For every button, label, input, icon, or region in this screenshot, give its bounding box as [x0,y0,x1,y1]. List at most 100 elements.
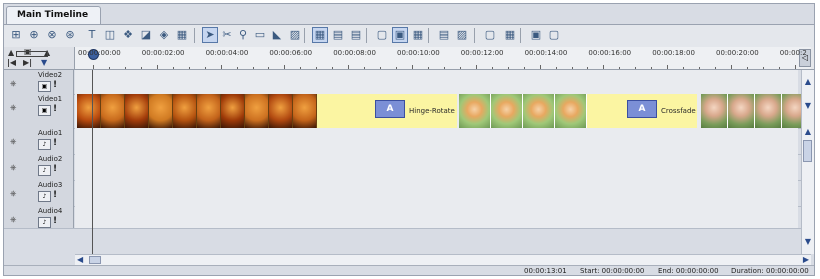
video-clip-frame[interactable] [728,94,755,128]
track-header[interactable]: ⎈ Video1 ▣! [4,94,74,128]
track-lane[interactable]: A Hinge-Rotate A Crossfade [75,94,809,128]
view-storyboard-icon[interactable]: ▦ [312,27,328,43]
track-layout-3-icon[interactable]: ▦ [410,27,426,43]
transition-icon[interactable]: ◪ [138,27,154,43]
video-clip-frame[interactable] [755,94,782,128]
tab-main-timeline[interactable]: Main Timeline [6,6,102,25]
snap-icon[interactable]: ▭ [252,27,268,43]
marker-icon[interactable]: ◣ [269,27,285,43]
zoom-icon[interactable]: ⚲ [235,27,251,43]
video-clip-frame[interactable] [555,94,587,128]
filter-icon[interactable]: ◈ [156,27,172,43]
pointer-icon[interactable]: ➤ [202,27,218,43]
track-header[interactable]: ⎈ Video2 ▣! [4,70,74,94]
track-lock-icon[interactable]: ⎈ [10,163,16,173]
video-clip-frame[interactable] [125,94,149,128]
video-track-icon[interactable]: ▣ [38,105,51,116]
audio-mix-icon[interactable]: ▤ [436,27,452,43]
track-header[interactable]: ⎈ Audio4 ♪! [4,206,74,228]
view-list-icon[interactable]: ▤ [348,27,364,43]
scroll-thumb[interactable] [803,140,812,162]
track-header[interactable]: ⎈ Audio1 ♪! [4,128,74,154]
audio-track-icon[interactable]: ♪ [38,165,51,176]
video-track-icon[interactable]: ▣ [38,81,51,92]
video-clip-frame[interactable] [701,94,728,128]
scroll-down-icon[interactable]: ▼ [802,236,814,248]
preview-icon[interactable]: ▣ [528,27,544,43]
track-layout-2-icon[interactable]: ▣ [392,27,408,43]
track-lane[interactable] [75,70,798,94]
next-track-icon[interactable]: ▶| [23,58,32,67]
scroll-down-icon[interactable]: ▼ [802,100,814,112]
time-ruler[interactable]: ◁ 00:00:00:00 00:00:02:00 00:00:04:00 00:00… [75,47,811,69]
ruler-tick [539,65,541,69]
scroll-up-icon[interactable]: ▲ [802,126,814,138]
audio-track-icon[interactable]: ♪ [38,191,51,202]
track-warning-icon[interactable]: ! [53,138,57,148]
transition-crossfade-icon[interactable]: A [627,100,657,118]
video-clip-frame[interactable] [523,94,555,128]
toolbar-separator [428,28,429,43]
video-clip-frame[interactable] [77,94,101,128]
ruler-tick-minor [396,67,398,69]
ruler-label: 00:00:14:00 [524,49,568,57]
prev-track-icon[interactable]: |◀ [7,58,16,67]
track-lock-icon[interactable]: ⎈ [10,137,16,147]
view-timeline-icon[interactable]: ▤ [330,27,346,43]
ruler-tick [93,65,94,69]
video-clip-frame[interactable] [197,94,221,128]
mask-icon[interactable]: ▦ [174,27,190,43]
track-lane[interactable] [75,206,798,228]
transition-hinge-rotate-icon[interactable]: A [375,100,405,118]
insert-track-icon[interactable]: ⊞ [8,27,24,43]
scroll-left-icon[interactable]: ◀ [77,255,83,265]
track-lane[interactable] [75,180,798,206]
track-lock-icon[interactable]: ⎈ [10,215,16,225]
track-warning-icon[interactable]: ! [53,190,57,200]
video-clip-frame[interactable] [101,94,125,128]
video-clip-frame[interactable] [491,94,523,128]
vertical-scrollbar[interactable]: ▲ ▼ ▲ ▼ [801,70,814,254]
video-clip-frame[interactable] [173,94,197,128]
ruler-tick-minor [108,67,110,69]
hscroll-thumb[interactable] [89,256,101,264]
scroll-up-icon[interactable]: ▲ [802,76,814,88]
track-lock-icon[interactable]: ⎈ [10,103,16,113]
title-icon[interactable]: ◫ [102,27,118,43]
video-clip-frame[interactable] [245,94,269,128]
chapter-icon[interactable]: ▦ [502,27,518,43]
cut-icon[interactable]: ✂ [219,27,235,43]
track-menu-icon[interactable]: ▼ [41,58,47,67]
ungroup-icon[interactable]: ⊛ [62,27,78,43]
export-icon[interactable]: ▢ [482,27,498,43]
track-header[interactable]: ⎈ Audio3 ♪! [4,180,74,206]
group-icon[interactable]: ⊗ [44,27,60,43]
track-layout-1-icon[interactable]: ▢ [374,27,390,43]
video-clip-frame[interactable] [293,94,317,128]
track-warning-icon[interactable]: ! [53,104,57,114]
track-lane[interactable] [75,128,798,154]
render-icon[interactable]: ▨ [454,27,470,43]
track-lock-icon[interactable]: ⎈ [10,189,16,199]
track-lane[interactable] [75,154,798,180]
scroll-right-icon[interactable]: ▶ [803,255,809,265]
effect-icon[interactable]: ❖ [120,27,136,43]
track-warning-icon[interactable]: ! [53,80,57,90]
video-clip-frame[interactable] [221,94,245,128]
track-warning-icon[interactable]: ! [53,164,57,174]
track-header[interactable]: ⎈ Audio2 ♪! [4,154,74,180]
video-clip-frame[interactable] [459,94,491,128]
loop-icon[interactable]: ▢ [546,27,562,43]
zoom-slider[interactable] [16,51,48,57]
ruler-tick-minor [619,67,621,69]
audio-track-icon[interactable]: ♪ [38,139,51,150]
track-warning-icon[interactable]: ! [53,216,57,226]
video-clip-frame[interactable] [269,94,293,128]
track-lock-icon[interactable]: ⎈ [10,79,16,89]
audio-track-icon[interactable]: ♪ [38,217,51,228]
zoom-out-icon[interactable]: ▲ [8,48,14,57]
text-icon[interactable]: T [84,27,100,43]
split-icon[interactable]: ⊕ [26,27,42,43]
video-clip-frame[interactable] [149,94,173,128]
keyframe-icon[interactable]: ▨ [287,27,303,43]
